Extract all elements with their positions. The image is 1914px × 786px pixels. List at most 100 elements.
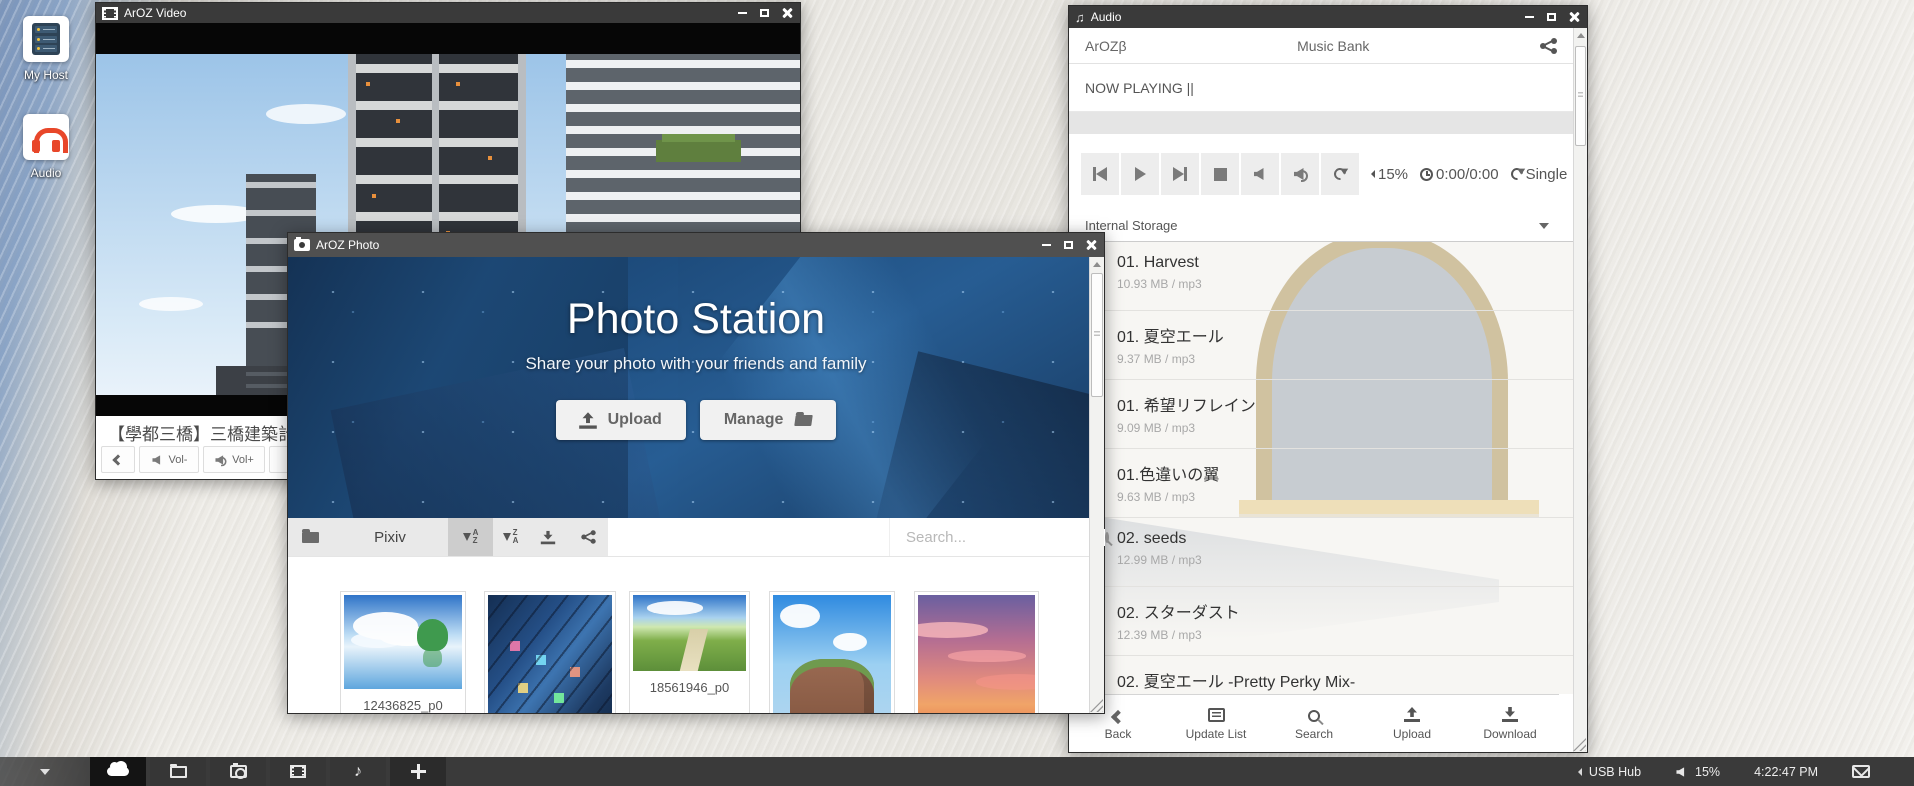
taskbar-tile-video[interactable] [270,757,326,786]
taskbar-expand-button[interactable] [0,769,90,775]
volume-percent: 15% [1378,166,1408,183]
taskbar-tile-photo[interactable] [210,757,266,786]
upload-button[interactable]: Upload [1363,706,1461,741]
volume-down-button[interactable]: Vol- [139,446,199,473]
clock[interactable]: 4:22:47 PM [1754,765,1818,779]
video-window-titlebar[interactable]: ArOZ Video [96,3,800,23]
video-back-button[interactable] [101,446,135,473]
close-button[interactable] [779,7,794,20]
search-box[interactable] [889,518,1089,556]
minimize-icon [1042,244,1051,246]
scrollbar-thumb[interactable] [1091,273,1103,397]
maximize-icon [760,9,769,17]
taskbar-tile-files[interactable] [150,757,206,786]
audio-window-titlebar[interactable]: ♫ Audio [1069,6,1587,28]
next-track-button[interactable] [1161,153,1199,195]
photo-thumbnail-sunset[interactable] [918,595,1035,713]
photo-window-titlebar[interactable]: ArOZ Photo [288,233,1104,257]
track-row[interactable]: ♪ 02. seeds 12.99 MB / mp3 [1069,518,1573,587]
camera-icon [230,765,247,778]
track-row[interactable]: ♪ 01. Harvest 10.93 MB / mp3 [1069,242,1573,311]
upload-label: Upload [1393,727,1431,741]
photo-thumbnail-building[interactable] [773,595,891,713]
storage-select[interactable]: Internal Storage [1069,210,1573,242]
volume-up-button[interactable]: Vol+ [203,446,265,473]
audio-tile[interactable] [23,114,69,160]
download-button[interactable]: Download [1461,706,1559,741]
scrollbar-thumb[interactable] [1575,46,1586,146]
mail-icon[interactable] [1852,765,1870,778]
speaker-loud-icon [215,455,225,465]
update-list-button[interactable]: Update List [1167,706,1265,741]
desktop-icon-audio[interactable]: Audio [0,114,92,180]
track-row[interactable]: ♪ 01. 夏空エール 9.37 MB / mp3 [1069,311,1573,380]
search-icon [1308,710,1320,722]
track-row[interactable]: ♪ 01. 希望リフレイン 9.09 MB / mp3 [1069,380,1573,449]
taskbar-tile-music[interactable]: ♪ [330,757,386,786]
play-mode[interactable]: Single [1511,166,1568,183]
prev-icon [1096,167,1107,181]
sort-ascending-button[interactable]: AZ [448,518,493,556]
track-title: 02. 夏空エール -Pretty Perky Mix- [1117,668,1563,692]
my-host-tile[interactable] [23,16,69,62]
minimize-button[interactable] [1522,11,1537,24]
track-row[interactable]: ♪ 02. スターダスト 12.39 MB / mp3 [1069,587,1573,656]
scroll-up-button[interactable] [1090,257,1104,271]
repeat-icon [1508,166,1525,183]
maximize-button[interactable] [1061,239,1076,252]
close-button[interactable] [1083,239,1098,252]
taskbar-tile-cloud[interactable] [90,757,146,786]
photo-caption: 18561946_p0 [633,671,746,699]
photo-card[interactable]: 12436825_p0 [340,591,466,713]
play-button[interactable] [1121,153,1159,195]
share-icon[interactable] [1540,38,1557,54]
search-button[interactable]: Search [1265,706,1363,741]
previous-track-button[interactable] [1081,153,1119,195]
scroll-up-button[interactable] [1574,28,1587,42]
stop-button[interactable] [1201,153,1239,195]
minimize-button[interactable] [1039,239,1054,252]
photo-thumbnail-landscape[interactable] [633,595,746,671]
track-row[interactable]: ♪ 02. 夏空エール -Pretty Perky Mix- [1069,656,1573,694]
track-row[interactable]: ♪ 01.色違いの翼 9.63 MB / mp3 [1069,449,1573,518]
volume-readout: 15% [1371,166,1408,183]
speaker-icon [152,455,162,465]
volume-down-button[interactable] [1241,153,1279,195]
audio-scrollbar[interactable] [1573,28,1587,752]
volume-tray-item[interactable]: 15% [1675,765,1720,779]
share-button[interactable] [568,518,608,556]
folder-button[interactable] [288,518,332,556]
photo-card[interactable]: 18561946_p0 [629,591,750,713]
photo-window: Photo Station Share your photo with your… [287,232,1105,714]
reload-button[interactable] [1321,153,1359,195]
search-input[interactable] [906,529,1105,546]
seek-bar[interactable] [1069,112,1573,134]
usb-hub-tray-item[interactable]: USB Hub [1578,765,1641,779]
upload-button[interactable]: Upload [556,400,686,440]
close-button[interactable] [1566,11,1581,24]
clock-icon [1420,168,1433,181]
photo-thumbnail-cyber-city[interactable] [488,595,612,713]
photo-scrollbar[interactable] [1089,257,1104,713]
download-button[interactable] [528,518,568,556]
minimize-button[interactable] [735,7,750,20]
sort-descending-button[interactable]: ZA [493,518,528,556]
search-icon[interactable] [1105,532,1109,543]
photo-thumbnail-sky-tree[interactable] [344,595,462,689]
album-name: Pixiv [332,518,448,556]
audio-window-body: ArOZβ Music Bank NOW PLAYING || [1069,28,1573,752]
headphones-icon [32,128,60,152]
manage-button[interactable]: Manage [700,400,837,440]
maximize-button[interactable] [1544,11,1559,24]
now-playing-bar: NOW PLAYING || [1069,64,1573,112]
desktop-icon-my-host[interactable]: My Host [0,16,92,82]
photo-card[interactable] [769,591,895,713]
taskbar-tile-add[interactable] [390,757,446,786]
upload-icon [579,412,597,429]
photo-card[interactable] [914,591,1039,713]
photo-card[interactable] [484,591,616,713]
volume-up-button[interactable] [1281,153,1319,195]
track-meta: 12.39 MB / mp3 [1117,628,1563,642]
manage-label: Manage [724,411,784,429]
maximize-button[interactable] [757,7,772,20]
